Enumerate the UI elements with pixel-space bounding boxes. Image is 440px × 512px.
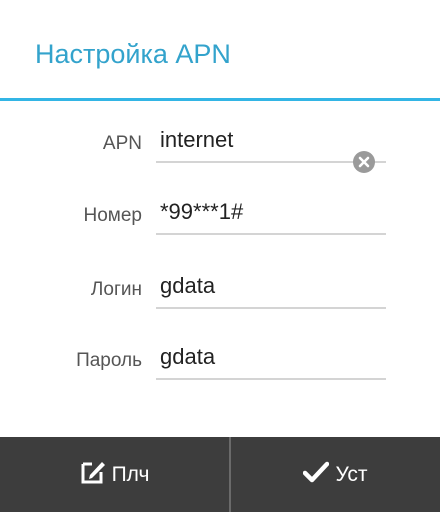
login-field[interactable] <box>156 265 386 309</box>
edit-note-icon <box>80 459 106 491</box>
clear-icon[interactable] <box>353 151 375 173</box>
field-row-login: Логин <box>0 261 440 311</box>
left-action-label: Плч <box>111 462 150 486</box>
title-bar: Настройка APN <box>0 0 440 101</box>
apn-field[interactable] <box>156 119 386 163</box>
apn-form: APN Номер Логин Пароль <box>0 101 440 437</box>
password-field[interactable] <box>156 336 386 380</box>
left-action-button[interactable]: Плч <box>0 437 229 512</box>
right-action-label: Уст <box>335 462 368 486</box>
apn-settings-dialog: Настройка APN APN Номер Логин Пароль <box>0 0 440 512</box>
password-label: Пароль <box>76 350 142 371</box>
login-label: Логин <box>90 279 142 300</box>
field-row-number: Номер <box>0 187 440 237</box>
apn-label: APN <box>102 133 142 154</box>
number-field[interactable] <box>156 191 386 235</box>
action-bar: Плч Уст <box>0 437 440 512</box>
dialog-title: Настройка APN <box>35 39 231 69</box>
field-row-password: Пароль <box>0 332 440 382</box>
checkmark-icon <box>303 461 330 489</box>
number-label: Номер <box>83 205 142 226</box>
field-row-apn: APN <box>0 115 440 173</box>
right-action-button[interactable]: Уст <box>231 437 440 512</box>
